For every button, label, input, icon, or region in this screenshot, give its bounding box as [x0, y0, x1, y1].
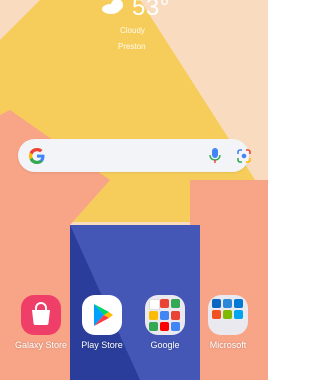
google-g-icon: [29, 148, 45, 164]
partly-cloudy-icon: [102, 0, 123, 14]
weather-location: Preston: [118, 42, 146, 51]
home-screen: 53° Cloudy Preston Galaxy Store Play Sto…: [0, 0, 268, 380]
folder-icon: [149, 299, 181, 331]
google-lens-icon[interactable]: [236, 148, 252, 164]
play-triangle-icon: [94, 304, 113, 326]
app-label: Galaxy Store: [14, 340, 68, 350]
galaxy-store-tile: [21, 295, 61, 335]
weather-widget[interactable]: 53° Cloudy Preston: [98, 0, 178, 58]
microsoft-folder-tile: [208, 295, 248, 335]
folder-icon: [212, 299, 244, 331]
google-folder-tile: [145, 295, 185, 335]
microphone-icon[interactable]: [208, 147, 222, 165]
shopping-bag-icon: [32, 302, 50, 325]
app-label: Play Store: [81, 340, 123, 350]
app-play-store[interactable]: Play Store: [73, 295, 131, 350]
app-galaxy-store[interactable]: Galaxy Store: [12, 295, 70, 350]
google-search-bar[interactable]: [18, 139, 252, 172]
folder-google[interactable]: Google: [136, 295, 194, 350]
folder-microsoft[interactable]: Microsoft: [199, 295, 257, 350]
app-label: Google: [150, 340, 180, 350]
temperature: 53°: [132, 0, 170, 21]
search-input[interactable]: [54, 146, 194, 165]
app-label: Microsoft: [209, 340, 247, 350]
weather-condition: Cloudy: [120, 26, 145, 35]
play-store-tile: [82, 295, 122, 335]
